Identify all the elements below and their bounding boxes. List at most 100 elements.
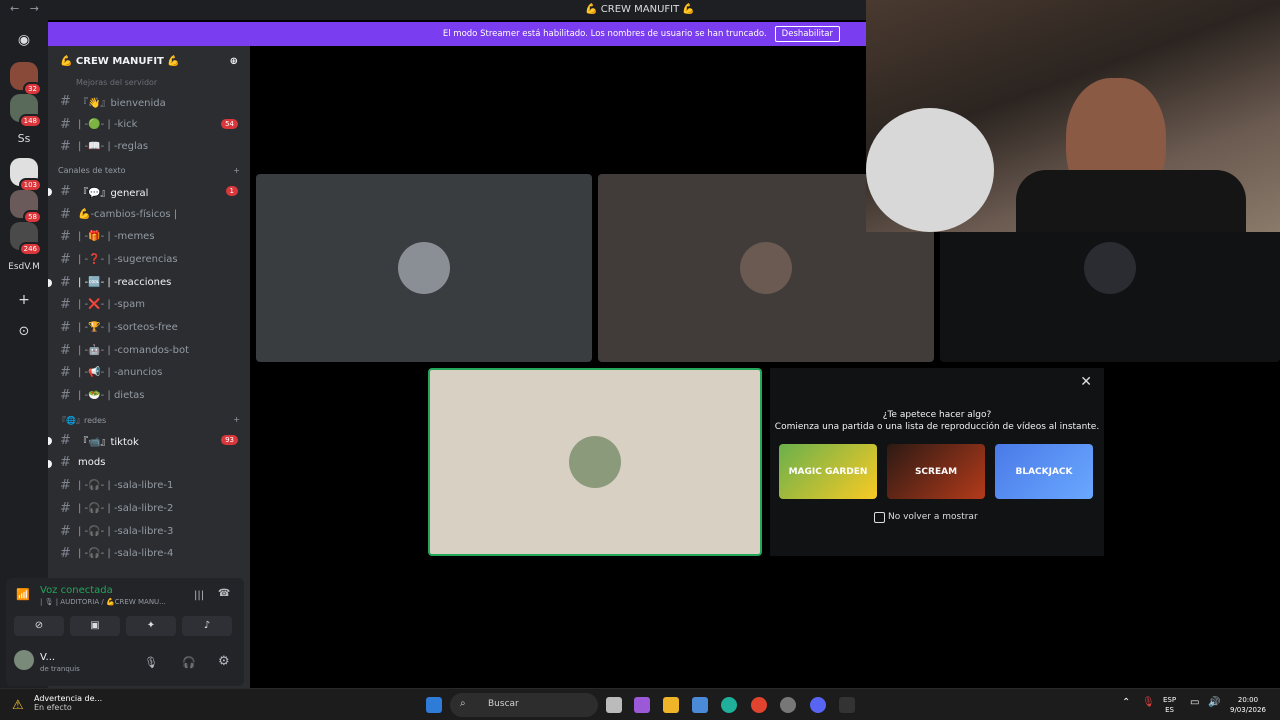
channel-item[interactable]: # | -🎧- | -sala-libre-2 xyxy=(48,497,250,520)
task-view-icon[interactable] xyxy=(606,697,622,713)
discord-home-icon[interactable]: ◉ xyxy=(10,26,38,54)
category-redes[interactable]: 『🌐』redes + xyxy=(48,407,250,429)
server-icon-3[interactable]: 103 xyxy=(10,158,42,192)
channel-item[interactable]: # | -🎁- | -memes xyxy=(48,225,250,248)
copilot-icon[interactable] xyxy=(634,697,650,713)
channel-item[interactable]: # | -🟢- | -kick 54 xyxy=(48,113,250,136)
game-blackjack[interactable]: BLACKJACK xyxy=(995,444,1093,499)
camera-off-icon[interactable]: ⊘ xyxy=(14,616,64,636)
channel-name: 『👋』bienvenida xyxy=(78,97,166,109)
server-header[interactable]: 💪 CREW MANUFIT 💪 ⊕ xyxy=(48,46,250,78)
discord-taskbar-icon[interactable] xyxy=(810,697,826,713)
channel-item[interactable]: # | -🎧- | -sala-libre-3 xyxy=(48,520,250,543)
activities-icon[interactable]: ✦ xyxy=(126,616,176,636)
mic-tray-icon[interactable]: 🎙 xyxy=(1142,697,1155,708)
language-indicator[interactable]: ESP ES xyxy=(1163,695,1176,715)
hash-icon: # xyxy=(60,139,71,155)
warning-icon: ⚠ xyxy=(12,698,24,713)
activity-question: ¿Te apetece hacer algo? xyxy=(882,410,992,420)
voice-channel[interactable]: | 🎙 | AUDITORIA / 💪CREW MANU... xyxy=(40,598,166,606)
noise-suppression-icon[interactable]: ||| xyxy=(194,590,204,601)
participant-avatar xyxy=(740,242,792,294)
file-explorer-icon[interactable] xyxy=(663,697,679,713)
settings-gear-icon[interactable]: ⚙ xyxy=(218,654,230,669)
channel-name: | -🎧- | -sala-libre-2 xyxy=(78,502,174,514)
server-boost-line[interactable]: Mejoras del servidor xyxy=(48,78,250,90)
tray-chevron-icon[interactable]: ⌃ xyxy=(1122,697,1130,708)
add-channel-icon[interactable]: + xyxy=(233,166,240,180)
store-icon[interactable] xyxy=(692,697,708,713)
hash-icon: # xyxy=(60,523,71,539)
network-icon[interactable]: ▭ xyxy=(1190,697,1199,708)
hash-icon: # xyxy=(60,274,71,290)
channel-item[interactable]: # | -🎧- | -sala-libre-4 xyxy=(48,542,250,565)
channel-item[interactable]: # | -🏆- | -sorteos-free xyxy=(48,316,250,339)
channel-item[interactable]: # mods xyxy=(48,452,250,475)
signal-icon[interactable]: 📶 xyxy=(16,588,30,601)
channel-item[interactable]: # | -🆒- | -reacciones xyxy=(48,271,250,294)
microphone-icon[interactable]: 🎙 xyxy=(144,656,158,669)
channel-name: | -🤖- | -comandos-bot xyxy=(78,344,190,356)
user-status: de tranquis xyxy=(40,665,80,673)
disable-streamer-button[interactable]: Deshabilitar xyxy=(774,26,840,42)
server-icon-4[interactable]: 58 xyxy=(10,190,42,224)
channel-name: 💪-cambios-físicos | xyxy=(78,208,178,220)
add-server-icon[interactable]: + xyxy=(10,286,38,314)
language-label: ESP xyxy=(1163,696,1177,704)
app-icon[interactable] xyxy=(780,697,796,713)
discover-compass-icon[interactable]: ⊙ xyxy=(10,318,38,346)
video-tile-speaking[interactable] xyxy=(428,368,762,556)
channel-item[interactable]: # 💪-cambios-físicos | xyxy=(48,203,250,226)
add-member-icon[interactable]: ⊕ xyxy=(230,56,238,68)
channel-name: | -🆒- | -reacciones xyxy=(78,276,172,288)
avatar[interactable] xyxy=(14,650,34,670)
server-icon-5[interactable]: 246 xyxy=(10,222,42,256)
soundboard-icon[interactable]: ♪ xyxy=(182,616,232,636)
close-icon[interactable]: ✕ xyxy=(1080,374,1092,390)
category-text-channels[interactable]: Canales de texto + xyxy=(48,158,250,180)
add-channel-icon[interactable]: + xyxy=(233,415,240,429)
server-icon-1[interactable]: 32 xyxy=(10,62,42,96)
taskbar-search[interactable]: ⌕ Buscar xyxy=(450,693,598,717)
channel-item[interactable]: # | -🥗- | dietas xyxy=(48,384,250,407)
hash-icon: # xyxy=(60,93,71,109)
game-magic-garden[interactable]: MAGIC GARDEN xyxy=(779,444,877,499)
server-badge: 246 xyxy=(18,242,42,256)
windows-start-icon[interactable] xyxy=(426,697,442,713)
video-tile-1[interactable] xyxy=(256,174,592,362)
category-label: 『🌐』redes xyxy=(58,415,107,425)
game-scream[interactable]: SCREAM xyxy=(887,444,985,499)
channel-item[interactable]: # 『💬』general 1 xyxy=(48,180,250,203)
epic-games-icon[interactable] xyxy=(839,697,855,713)
channel-item[interactable]: # | -🤖- | -comandos-bot xyxy=(48,339,250,362)
channel-item[interactable]: # | -❌- | -spam xyxy=(48,294,250,317)
server-icon-ss[interactable]: Ss xyxy=(0,132,48,145)
activity-subtitle: Comienza una partida o una lista de repr… xyxy=(774,422,1100,432)
server-icon-esdvm[interactable]: EsdV.M xyxy=(0,262,48,272)
channel-item[interactable]: # 『👋』bienvenida xyxy=(48,90,250,113)
channel-item[interactable]: # | -📢- | -anuncios xyxy=(48,362,250,385)
server-badge: 148 xyxy=(18,114,42,128)
screen-share-icon[interactable]: ▣ xyxy=(70,616,120,636)
channel-item[interactable]: # | -📖- | -reglas xyxy=(48,135,250,158)
mention-badge: 54 xyxy=(221,119,238,130)
warning-notification[interactable]: ⚠ Advertencia de... En efecto xyxy=(12,694,102,713)
dont-show-again[interactable]: No volver a mostrar xyxy=(874,512,978,523)
chrome-icon[interactable] xyxy=(751,697,767,713)
channel-item[interactable]: # | -❓- | -sugerencias xyxy=(48,248,250,271)
disconnect-icon[interactable]: ☎ xyxy=(218,588,230,599)
hash-icon: # xyxy=(60,478,71,494)
headphones-icon[interactable]: 🎧 xyxy=(182,656,196,669)
channel-item[interactable]: # | -🎧- | -sala-libre-1 xyxy=(48,474,250,497)
voice-status[interactable]: Voz conectada xyxy=(40,585,113,596)
server-icon-2[interactable]: 148 xyxy=(10,94,42,128)
edge-icon[interactable] xyxy=(721,697,737,713)
username: V... xyxy=(40,652,56,663)
volume-icon[interactable]: 🔊 xyxy=(1208,697,1220,708)
channel-name: mods xyxy=(78,457,106,469)
activity-suggestion-panel: ✕ ¿Te apetece hacer algo? Comienza una p… xyxy=(770,368,1104,556)
channel-item[interactable]: # 『📹』tiktok 93 xyxy=(48,429,250,452)
clock[interactable]: 20:00 9/03/2026 xyxy=(1230,695,1266,715)
taskbar: ⚠ Advertencia de... En efecto ⌕ Buscar ⌃… xyxy=(0,688,1280,720)
dont-show-checkbox[interactable] xyxy=(874,512,885,523)
